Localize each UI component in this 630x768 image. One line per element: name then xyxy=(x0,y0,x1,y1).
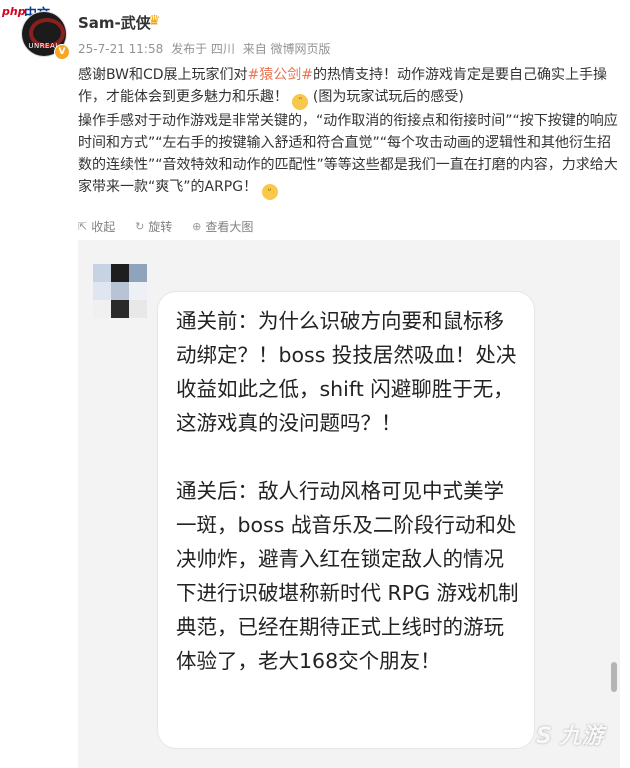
post-body: 感谢BW和CD展上玩家们对#猿公剑#的热情支持！动作游戏肯定是要自己确实上手操作… xyxy=(78,64,618,200)
rotate-icon: ↻ xyxy=(135,220,145,233)
post-text-1a: 感谢BW和CD展上玩家们对 xyxy=(78,67,248,83)
chat-bubble: 通关前：为什么识破方向要和鼠标移动绑定？！boss 投技居然吸血！处决收益如此之… xyxy=(158,292,534,748)
image-toolbar: ⇱ 收起 ↻ 旋转 ⊕ 查看大图 xyxy=(78,218,269,235)
grin-emoji-icon: ᵔ xyxy=(292,94,309,110)
collapse-icon: ⇱ xyxy=(78,220,88,233)
chat-before: 通关前：为什么识破方向要和鼠标移动绑定？！boss 投技居然吸血！处决收益如此之… xyxy=(176,309,517,435)
jiuyou-logo-icon: S xyxy=(536,724,552,749)
zoom-icon: ⊕ xyxy=(192,220,202,233)
rotate-button[interactable]: ↻ 旋转 xyxy=(135,218,172,235)
view-large-label: 查看大图 xyxy=(205,220,254,234)
rotate-label: 旋转 xyxy=(148,220,173,234)
post-text-1c: (图为玩家试玩后的感受) xyxy=(308,89,464,105)
post-meta: 25-7-21 11:58 发布于 四川 来自 微博网页版 xyxy=(78,40,335,57)
chat-scrollbar xyxy=(611,662,617,692)
post-text-2: 操作手感对于动作游戏是非常关键的，“动作取消的衔接点和衔接时间”“按下按键的响应… xyxy=(78,113,618,195)
crown-badge-icon[interactable]: ♛ xyxy=(148,13,161,29)
collapse-label: 收起 xyxy=(91,220,116,234)
topic-link[interactable]: #猿公剑# xyxy=(248,67,313,83)
post-paragraph-1: 感谢BW和CD展上玩家们对#猿公剑#的热情支持！动作游戏肯定是要自己确实上手操作… xyxy=(78,64,618,110)
jiuyou-watermark-text: 九游 xyxy=(559,724,604,749)
collapse-button[interactable]: ⇱ 收起 xyxy=(78,218,115,235)
post-time[interactable]: 25-7-21 11:58 xyxy=(78,42,163,56)
post-location: 发布于 四川 xyxy=(171,42,235,56)
post-paragraph-2: 操作手感对于动作游戏是非常关键的，“动作取消的衔接点和衔接时间”“按下按键的响应… xyxy=(78,110,618,200)
verified-badge-icon: V xyxy=(54,44,70,60)
pixelated-avatar xyxy=(93,264,153,318)
jiuyou-watermark: S 九游 xyxy=(536,718,616,762)
view-large-button[interactable]: ⊕ 查看大图 xyxy=(192,218,253,235)
post-source: 来自 微博网页版 xyxy=(242,42,331,56)
site-watermark-php: php xyxy=(2,5,26,18)
smile-emoji-icon: ᵕ xyxy=(261,184,278,200)
username[interactable]: Sam-武侠 xyxy=(78,12,151,33)
chat-message: 通关前：为什么识破方向要和鼠标移动绑定？！boss 投技居然吸血！处决收益如此之… xyxy=(176,304,521,678)
chat-after: 通关后：敌人行动风格可见中式美学一斑，boss 战音乐及二阶段行动和处决帅炸，避… xyxy=(176,479,519,673)
post-image[interactable]: 通关前：为什么识破方向要和鼠标移动绑定？！boss 投技居然吸血！处决收益如此之… xyxy=(78,240,620,768)
